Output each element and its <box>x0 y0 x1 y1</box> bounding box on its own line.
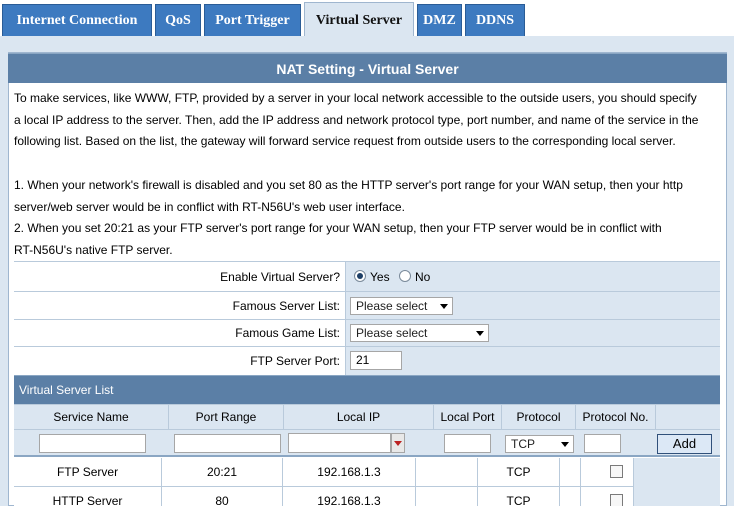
row-checkbox[interactable] <box>610 494 623 506</box>
enable-no-radio[interactable] <box>399 270 411 282</box>
local-ip-input[interactable] <box>288 433 391 453</box>
chevron-down-icon <box>476 331 484 336</box>
port-range-cell: 80 <box>162 487 283 506</box>
chevron-down-icon <box>394 441 402 446</box>
description: To make services, like WWW, FTP, provide… <box>14 88 719 153</box>
protocol-cell: TCP <box>478 487 560 506</box>
chevron-down-icon <box>561 442 569 447</box>
tab-qos[interactable]: QoS <box>155 4 201 36</box>
famous-server-select[interactable]: Please select <box>350 297 453 315</box>
notes: 1. When your network's firewall is disab… <box>14 175 719 261</box>
service-name-input[interactable] <box>39 434 146 453</box>
protocol-no-input[interactable] <box>584 434 621 453</box>
protocol-select-value: TCP <box>511 437 535 451</box>
famous-game-cell: Please select <box>345 320 720 346</box>
famous-server-value: Please select <box>356 299 428 313</box>
enable-yes-label: Yes <box>370 270 390 284</box>
tab-port-trigger[interactable]: Port Trigger <box>204 4 301 36</box>
famous-game-value: Please select <box>356 326 428 340</box>
famous-game-select[interactable]: Please select <box>350 324 489 342</box>
protocol-no-cell <box>560 458 581 487</box>
chevron-down-icon <box>440 304 448 309</box>
description-line: a local IP address to the server. Then, … <box>14 112 699 127</box>
port-range-input[interactable] <box>174 434 281 453</box>
famous-game-row: Famous Game List: Please select <box>14 319 720 346</box>
enable-yes-radio[interactable] <box>354 270 366 282</box>
add-button[interactable]: Add <box>657 434 712 454</box>
local-ip-cell: 192.168.1.3 <box>283 458 416 487</box>
tab-bar: Internet Connection QoS Port Trigger Vir… <box>0 0 734 36</box>
famous-server-cell: Please select <box>345 292 720 319</box>
famous-game-label: Famous Game List: <box>14 320 345 346</box>
table-row: FTP Server 20:21 192.168.1.3 TCP <box>14 458 720 487</box>
tab-internet-connection[interactable]: Internet Connection <box>2 4 152 36</box>
tab-dmz[interactable]: DMZ <box>417 4 462 36</box>
table-row: HTTP Server 80 192.168.1.3 TCP <box>14 487 720 506</box>
panel-title: NAT Setting - Virtual Server <box>276 61 459 77</box>
protocol-no-cell <box>560 487 581 506</box>
note-line: 2. When you set 20:21 as your FTP server… <box>14 221 662 235</box>
local-port-input[interactable] <box>444 434 491 453</box>
protocol-select[interactable]: TCP <box>505 435 574 453</box>
col-service-name: Service Name <box>14 405 169 430</box>
ftp-port-label: FTP Server Port: <box>14 347 345 375</box>
protocol-cell: TCP <box>478 458 560 487</box>
virtual-server-list-title: Virtual Server List <box>19 383 114 397</box>
enable-virtual-server-label: Enable Virtual Server? <box>14 262 345 291</box>
tab-virtual-server[interactable]: Virtual Server <box>304 2 414 36</box>
select-cell <box>581 458 634 487</box>
col-protocol: Protocol <box>502 405 576 430</box>
ftp-port-row: FTP Server Port: 21 <box>14 346 720 375</box>
famous-server-row: Famous Server List: Please select <box>14 291 720 319</box>
note-line: RT-N56U's native FTP server. <box>14 242 173 257</box>
col-protocol-no: Protocol No. <box>576 405 656 430</box>
local-port-cell <box>416 487 478 506</box>
select-cell <box>581 487 634 506</box>
note-line: server/web server would be in conflict w… <box>14 199 405 214</box>
enable-no-label: No <box>415 270 431 284</box>
col-local-port: Local Port <box>434 405 502 430</box>
local-ip-cell: 192.168.1.3 <box>283 487 416 506</box>
local-ip-dropdown-button[interactable] <box>391 433 405 453</box>
ftp-port-input[interactable]: 21 <box>350 351 402 370</box>
service-name-cell: HTTP Server <box>14 487 162 506</box>
row-checkbox[interactable] <box>610 465 623 478</box>
port-range-cell: 20:21 <box>162 458 283 487</box>
ftp-port-cell: 21 <box>345 347 720 375</box>
panel-header: NAT Setting - Virtual Server <box>8 53 727 83</box>
virtual-server-list-header: Virtual Server List <box>14 375 720 404</box>
tab-ddns[interactable]: DDNS <box>465 4 525 36</box>
row-spacer <box>634 487 720 506</box>
new-entry-row: TCP Add <box>14 429 720 457</box>
description-line: following list. Based on the list, the g… <box>14 134 676 148</box>
famous-server-label: Famous Server List: <box>14 292 345 319</box>
note-line: 1. When your network's firewall is disab… <box>14 178 683 192</box>
service-name-cell: FTP Server <box>14 458 162 487</box>
enable-virtual-server-row: Enable Virtual Server? Yes No <box>14 261 720 291</box>
col-local-ip: Local IP <box>284 405 434 430</box>
row-spacer <box>634 458 720 487</box>
local-port-cell <box>416 458 478 487</box>
enable-virtual-server-options: Yes No <box>345 262 720 291</box>
col-port-range: Port Range <box>169 405 284 430</box>
column-headers: Service Name Port Range Local IP Local P… <box>14 404 720 430</box>
description-line: To make services, like WWW, FTP, provide… <box>14 91 697 105</box>
